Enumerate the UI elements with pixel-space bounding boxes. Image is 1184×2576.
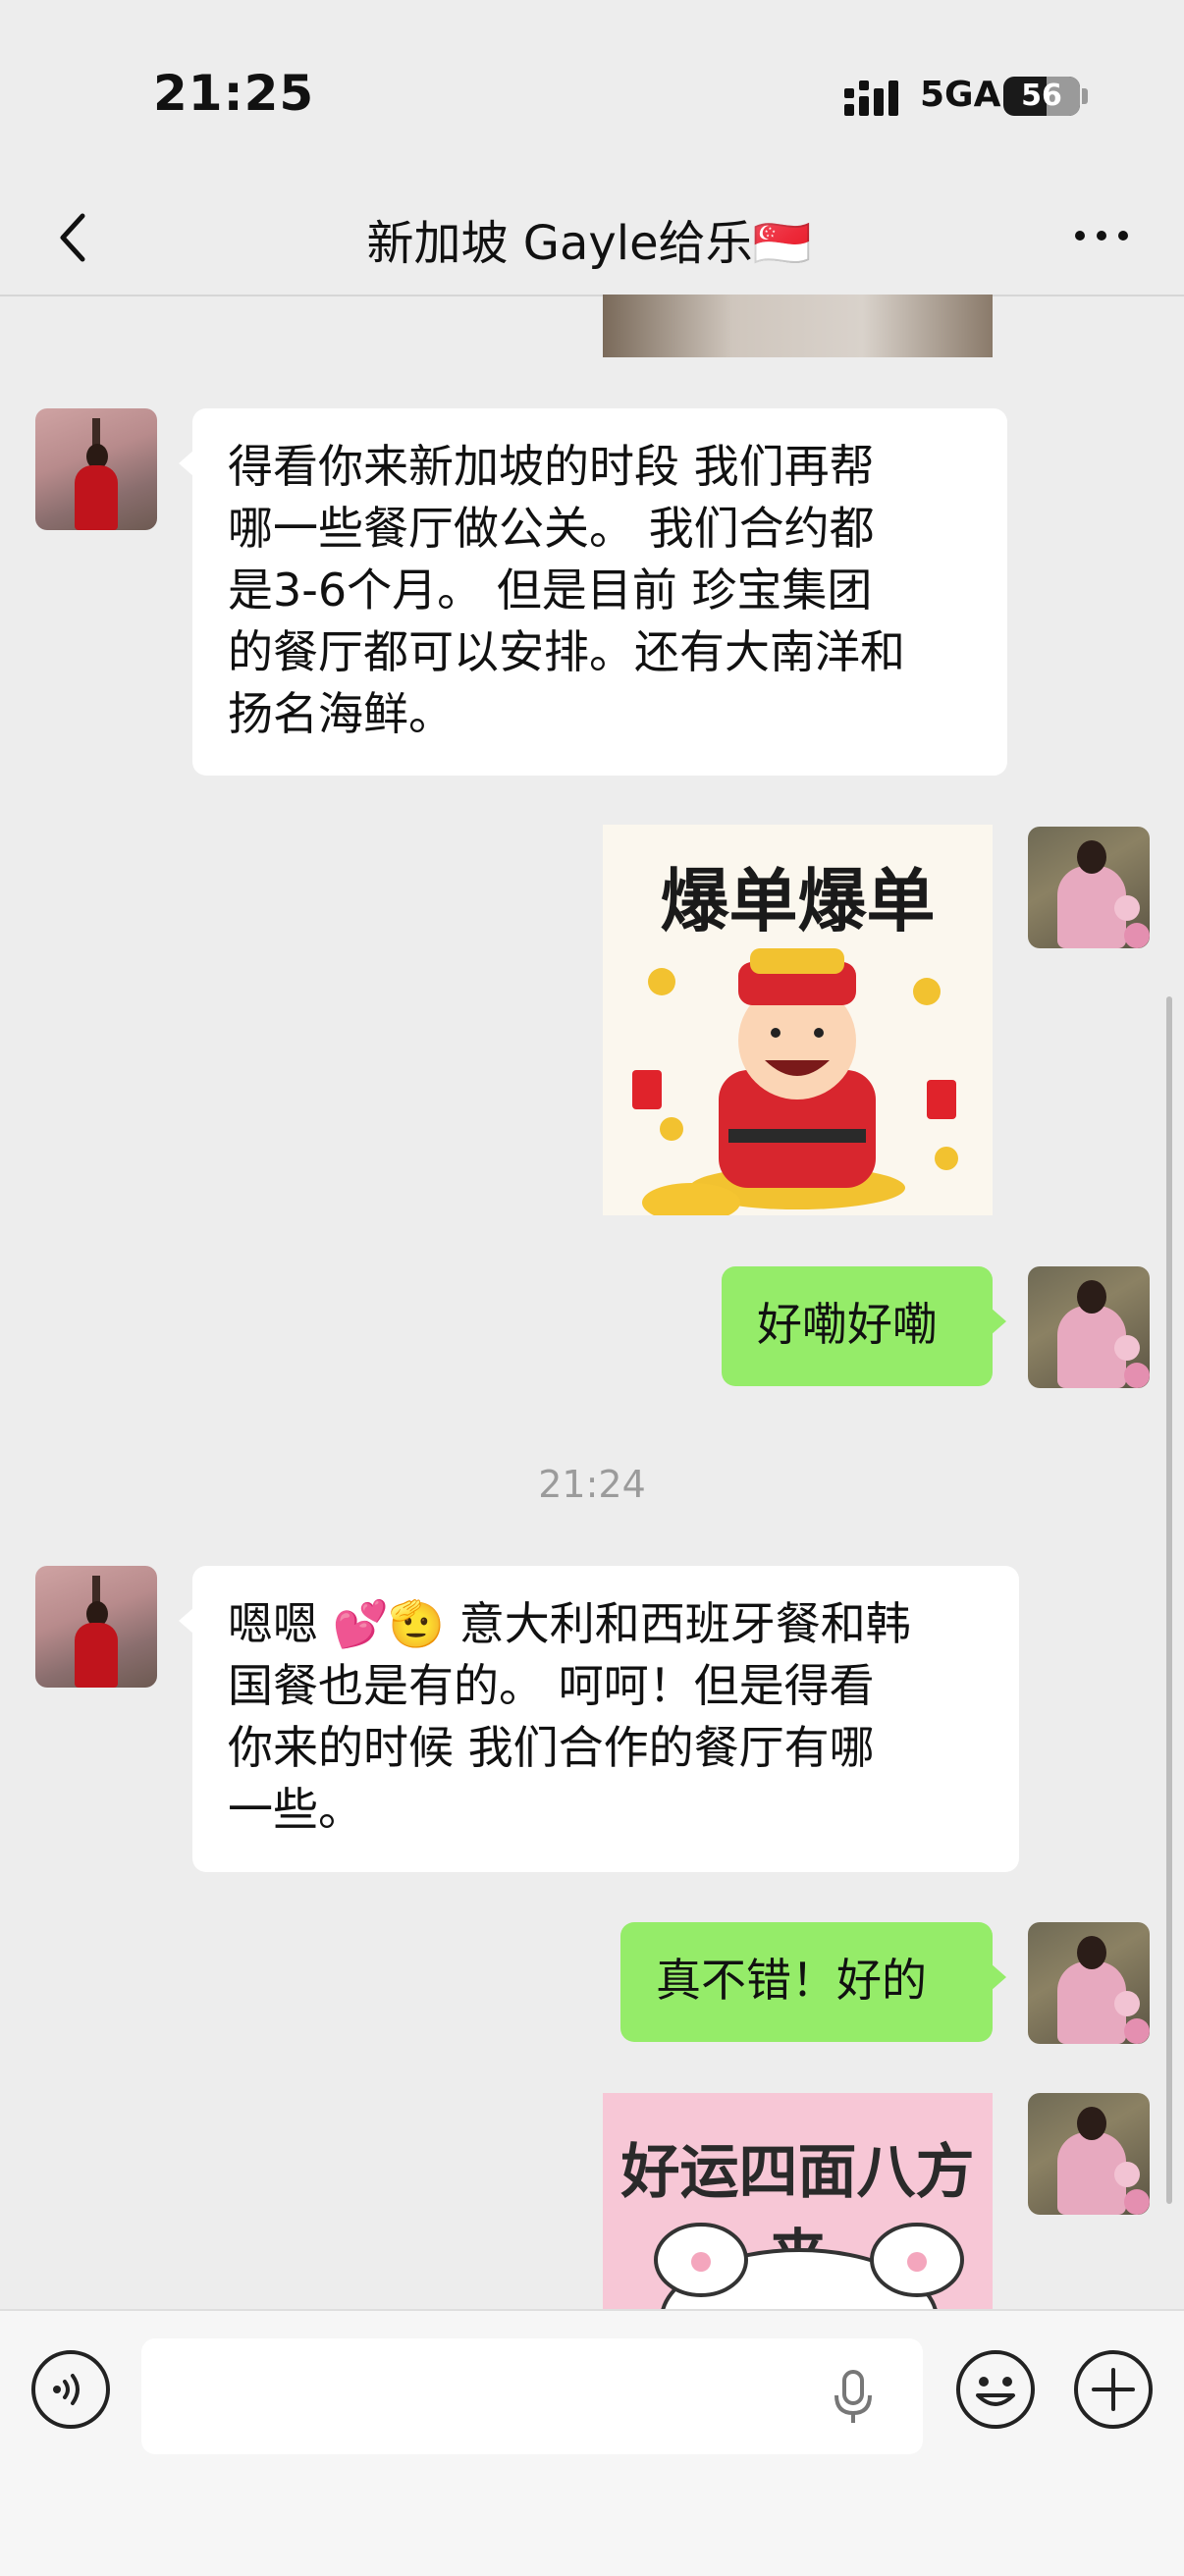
message-line: 扬名海鲜。 (228, 687, 454, 740)
contact-avatar[interactable] (35, 408, 157, 530)
status-bar: 21:25 5GA 56 (0, 0, 1184, 177)
chat-header: 新加坡 Gayle给乐🇸🇬 (0, 177, 1184, 296)
my-avatar[interactable] (1028, 827, 1150, 948)
plus-icon[interactable] (1072, 2348, 1155, 2431)
cellular-signal-icon (844, 80, 898, 116)
battery-icon: 56 (1003, 77, 1080, 116)
my-avatar[interactable] (1028, 2093, 1150, 2215)
message-line: 哪一些餐厅做公关。 我们合约都 (228, 502, 875, 555)
message-line: 的餐厅都可以安排。还有大南洋和 (228, 625, 905, 678)
message-line: 一些。 (228, 1783, 363, 1836)
god-of-wealth-figure-icon (632, 948, 958, 1215)
partial-image-message[interactable] (603, 295, 993, 357)
emoji-icon[interactable] (954, 2348, 1037, 2431)
my-avatar[interactable] (1028, 1266, 1150, 1388)
cat-paws-icon (654, 2223, 964, 2309)
scrollbar[interactable] (1166, 996, 1172, 2204)
time-divider: 21:24 (538, 1463, 646, 1506)
contact-avatar[interactable] (35, 1566, 157, 1688)
message-text: 真不错！好的 (656, 1954, 927, 2007)
back-arrow-icon[interactable] (45, 208, 104, 267)
message-text: 好嘞好嘞 (757, 1298, 938, 1351)
message-line: 是3-6个月。 但是目前 珍宝集团 (228, 564, 873, 617)
battery-cap (1082, 88, 1088, 104)
message-line: 你来的时候 我们合作的餐厅有哪 (228, 1721, 875, 1774)
message-bubble-outgoing[interactable]: 真不错！好的 (620, 1922, 1006, 2042)
message-bubble-incoming[interactable]: 嗯嗯 💕🫡 意大利和西班牙餐和韩 国餐也是有的。 呵呵！但是得看 你来的时候 我… (179, 1566, 1019, 1872)
chat-title: 新加坡 Gayle给乐🇸🇬 (366, 216, 812, 271)
battery-level: 56 (1021, 79, 1062, 113)
status-time: 21:25 (153, 65, 315, 122)
message-line: 嗯嗯 💕🫡 意大利和西班牙餐和韩 (228, 1597, 911, 1650)
message-bubble-incoming[interactable]: 得看你来新加坡的时段 我们再帮 哪一些餐厅做公关。 我们合约都 是3-6个月。 … (179, 408, 1007, 776)
message-input[interactable] (141, 2338, 923, 2454)
god-of-wealth-sticker[interactable]: 爆单爆单 (603, 825, 993, 1215)
message-bubble-outgoing[interactable]: 好嘞好嘞 (722, 1266, 1006, 1386)
microphone-icon[interactable] (829, 2368, 878, 2427)
message-line: 国餐也是有的。 呵呵！但是得看 (228, 1659, 875, 1712)
input-bar (0, 2309, 1184, 2576)
cat-paws-sticker[interactable]: 好运四面八方来 (603, 2093, 993, 2309)
voice-mode-icon[interactable] (29, 2348, 112, 2431)
more-options-icon[interactable] (1072, 226, 1131, 245)
network-type: 5GA (920, 75, 1001, 115)
my-avatar[interactable] (1028, 1922, 1150, 2044)
message-line: 得看你来新加坡的时段 我们再帮 (228, 440, 875, 493)
